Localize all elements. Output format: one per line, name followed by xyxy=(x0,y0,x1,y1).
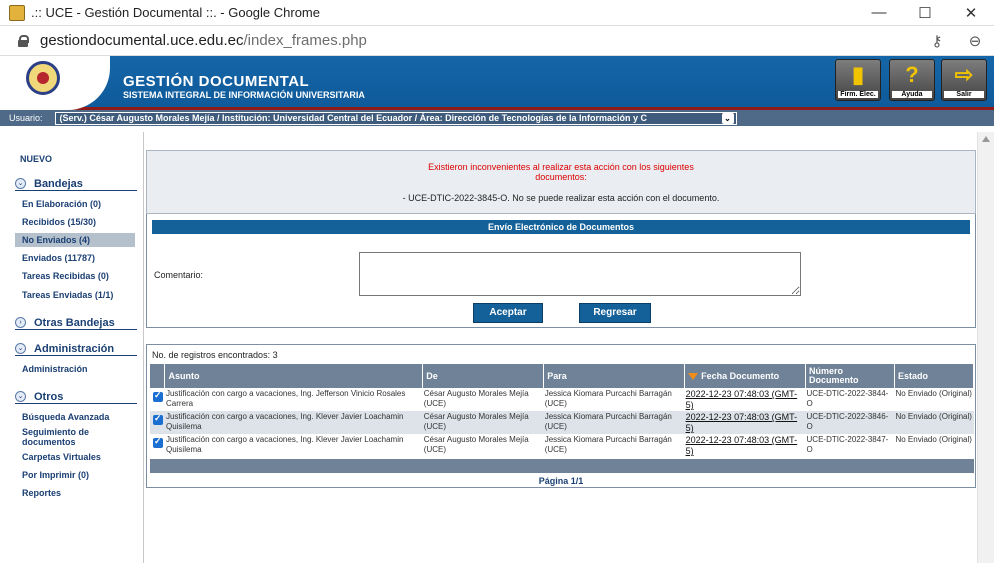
sidebar-item-tareas-enviadas[interactable]: Tareas Enviadas (1/1) xyxy=(22,290,113,300)
column-header-numero[interactable]: Número Documento xyxy=(805,364,895,388)
table-row[interactable]: Justificación con cargo a vacaciones, In… xyxy=(150,434,974,457)
sidebar-item-administracion[interactable]: Administración xyxy=(22,364,88,374)
site-favicon-icon xyxy=(9,4,25,21)
key-icon[interactable]: ⚷ xyxy=(918,32,956,50)
sidebar-item-por-imprimir[interactable]: Por Imprimir (0) xyxy=(22,470,89,480)
date-link[interactable]: 2022-12-23 07:48:03 (GMT-5) xyxy=(686,389,798,410)
sidebar: NUEVO ⌄ Bandejas En Elaboración (0) Reci… xyxy=(0,132,144,563)
table-row[interactable]: Justificación con cargo a vacaciones, In… xyxy=(150,388,974,411)
firma-electronica-button[interactable]: ▮ Firm. Elec. xyxy=(835,59,881,101)
section-administracion[interactable]: ⌄ Administración xyxy=(15,342,137,356)
lock-icon[interactable] xyxy=(18,34,29,47)
sidebar-item-reportes[interactable]: Reportes xyxy=(22,488,61,498)
section-otras-bandejas[interactable]: › Otras Bandejas xyxy=(15,316,137,330)
table-footer-bar xyxy=(150,459,974,473)
comment-label: Comentario: xyxy=(154,270,204,280)
comment-textarea[interactable] xyxy=(359,252,801,296)
table-row[interactable]: Justificación con cargo a vacaciones, In… xyxy=(150,411,974,434)
date-link[interactable]: 2022-12-23 07:48:03 (GMT-5) xyxy=(686,412,798,433)
usb-key-icon: ▮ xyxy=(851,62,865,87)
documents-table: Asunto De Para Fecha Documento Número Do… xyxy=(150,364,975,457)
column-header-fecha[interactable]: Fecha Documento xyxy=(684,364,807,388)
sidebar-item-enviados[interactable]: Enviados (11787) xyxy=(22,253,95,263)
app-subtitle: SISTEMA INTEGRAL DE INFORMACIÓN UNIVERSI… xyxy=(123,90,365,100)
app-header: GESTIÓN DOCUMENTAL SISTEMA INTEGRAL DE I… xyxy=(0,56,994,110)
section-otros[interactable]: ⌄ Otros xyxy=(15,390,137,404)
collapse-icon[interactable]: ⌄ xyxy=(15,391,26,402)
envio-title: Envío Electrónico de Documentos xyxy=(152,220,970,234)
sidebar-item-no-enviados[interactable]: No Enviados (4) xyxy=(15,233,135,247)
user-select[interactable]: (Serv.) César Augusto Morales Mejía / In… xyxy=(54,111,737,125)
salir-button[interactable]: ⇨ Salir xyxy=(941,59,987,101)
sidebar-item-en-elaboracion[interactable]: En Elaboración (0) xyxy=(22,199,101,209)
sidebar-item-tareas-recibidas[interactable]: Tareas Recibidas (0) xyxy=(22,271,109,281)
column-header-asunto[interactable]: Asunto xyxy=(164,364,424,388)
user-bar: Usuario: (Serv.) César Augusto Morales M… xyxy=(0,110,994,126)
row-checkbox[interactable] xyxy=(153,390,163,402)
exit-door-icon: ⇨ xyxy=(954,62,974,87)
user-label: Usuario: xyxy=(9,113,43,123)
university-seal-icon xyxy=(26,61,60,95)
sidebar-item-carpetas-virtuales[interactable]: Carpetas Virtuales xyxy=(22,452,101,462)
column-header-para[interactable]: Para xyxy=(543,364,686,388)
close-icon[interactable]: ✕ xyxy=(948,4,994,22)
zoom-icon[interactable]: ⊖ xyxy=(956,32,994,50)
window-title: .:: UCE - Gestión Documental ::. - Googl… xyxy=(31,5,320,20)
logo-area xyxy=(0,56,110,110)
aceptar-button[interactable]: Aceptar xyxy=(473,303,543,323)
chevron-down-icon[interactable]: ⌄ xyxy=(721,112,734,124)
collapse-icon[interactable]: ⌄ xyxy=(15,178,26,189)
minimize-icon[interactable]: — xyxy=(856,4,902,21)
date-link[interactable]: 2022-12-23 07:48:03 (GMT-5) xyxy=(686,435,798,456)
documents-panel: No. de registros encontrados: 3 Asunto D… xyxy=(146,344,976,488)
envio-panel: Envío Electrónico de Documentos Comentar… xyxy=(146,214,976,328)
section-bandejas[interactable]: ⌄ Bandejas xyxy=(15,177,137,191)
column-header-de[interactable]: De xyxy=(422,364,545,388)
ayuda-button[interactable]: ? Ayuda xyxy=(889,59,935,101)
collapse-icon[interactable]: ⌄ xyxy=(15,343,26,354)
address-bar[interactable]: gestiondocumental.uce.edu.ec/index_frame… xyxy=(0,26,994,56)
scroll-up-icon[interactable] xyxy=(982,136,990,142)
maximize-icon[interactable]: ☐ xyxy=(902,4,948,22)
browser-titlebar: .:: UCE - Gestión Documental ::. - Googl… xyxy=(0,0,994,26)
sidebar-item-nuevo[interactable]: NUEVO xyxy=(20,154,52,164)
column-header-estado[interactable]: Estado xyxy=(894,364,975,388)
error-detail: - UCE-DTIC-2022-3845-O. No se puede real… xyxy=(402,193,720,203)
select-column-header xyxy=(150,364,166,388)
sidebar-item-seguimiento[interactable]: Seguimiento de documentos xyxy=(22,427,122,447)
row-checkbox[interactable] xyxy=(153,413,163,425)
error-message: Existieron inconvenientes al realizar es… xyxy=(428,162,694,182)
url-text[interactable]: gestiondocumental.uce.edu.ec/index_frame… xyxy=(40,32,918,49)
pagination-label: Página 1/1 xyxy=(538,476,584,486)
sidebar-item-busqueda-avanzada[interactable]: Búsqueda Avanzada xyxy=(22,412,109,422)
app-title: GESTIÓN DOCUMENTAL xyxy=(123,73,310,90)
sort-desc-icon xyxy=(688,372,699,380)
records-count: No. de registros encontrados: 3 xyxy=(152,350,278,360)
expand-icon[interactable]: › xyxy=(15,317,26,328)
page-scrollbar[interactable] xyxy=(977,132,994,563)
question-icon: ? xyxy=(905,62,919,87)
regresar-button[interactable]: Regresar xyxy=(579,303,651,323)
sidebar-item-recibidos[interactable]: Recibidos (15/30) xyxy=(22,217,96,227)
error-message-box: Existieron inconvenientes al realizar es… xyxy=(146,150,976,214)
row-checkbox[interactable] xyxy=(153,436,163,448)
